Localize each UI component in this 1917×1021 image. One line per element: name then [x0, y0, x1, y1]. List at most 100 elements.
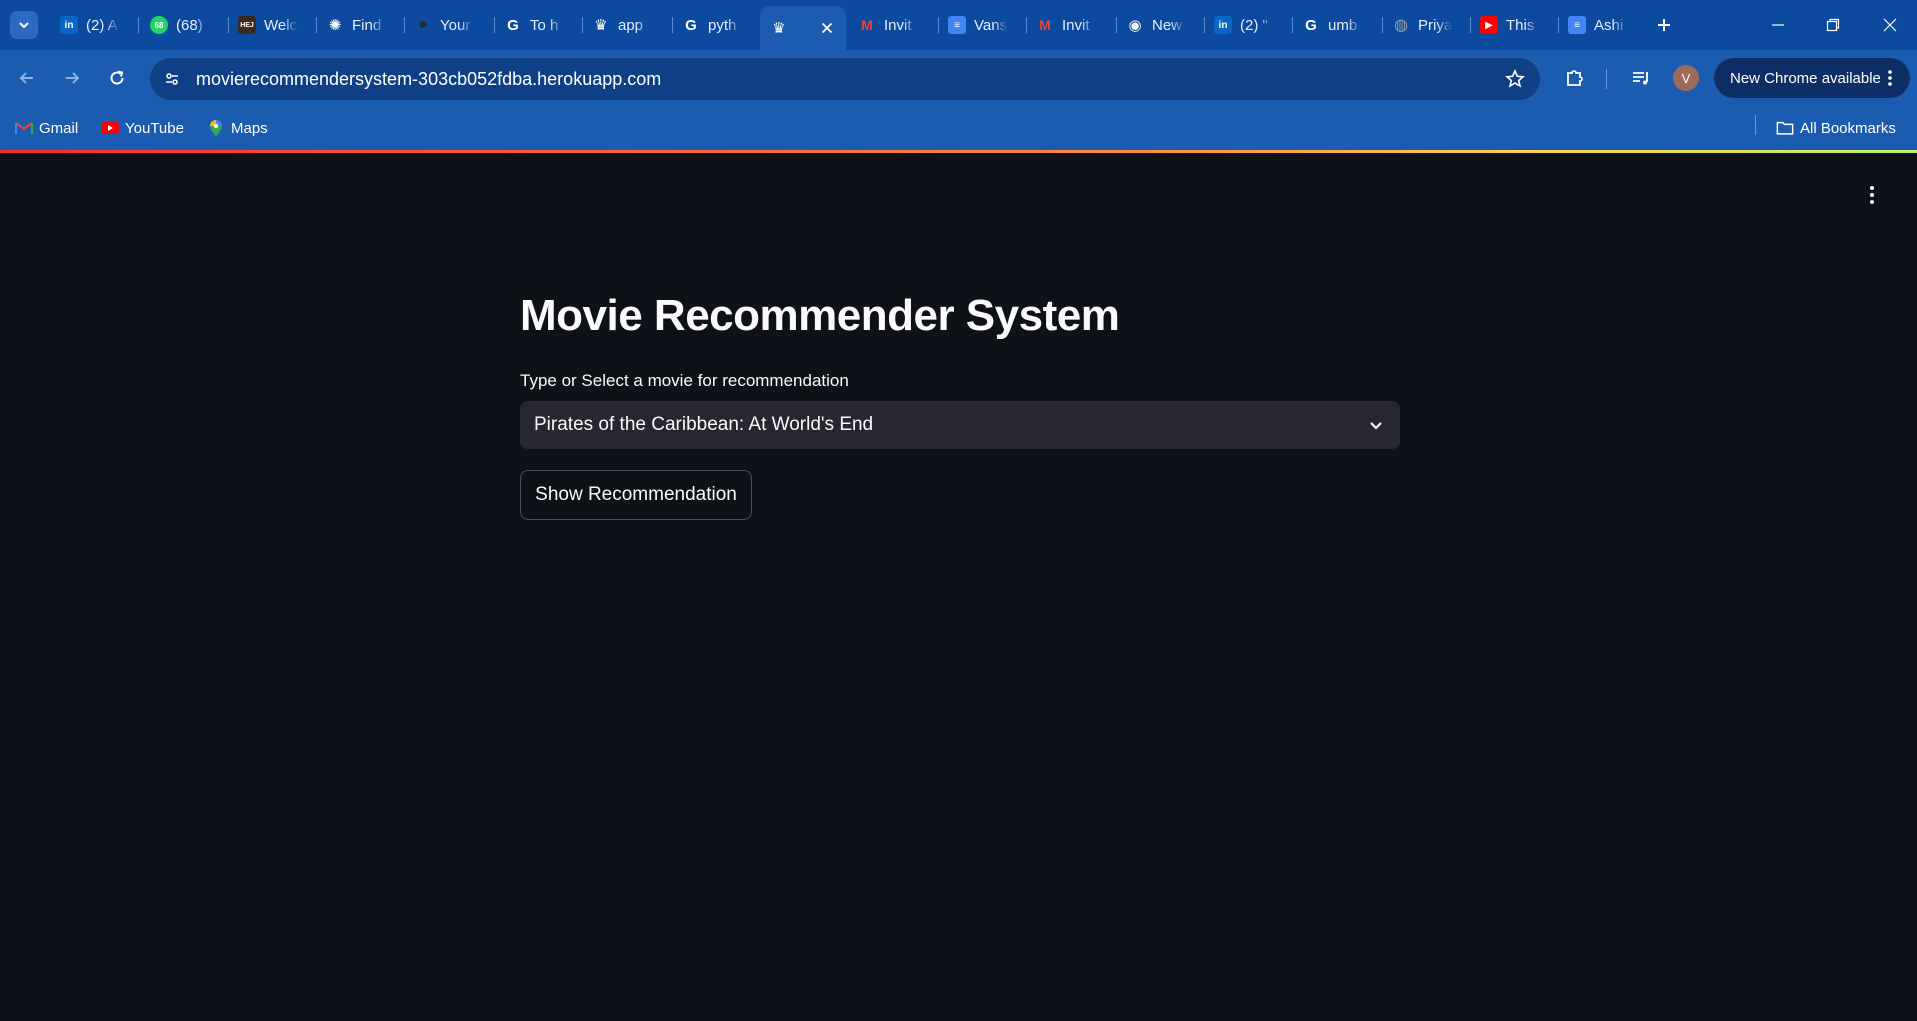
- close-icon: [1883, 18, 1897, 32]
- browser-tab[interactable]: ◍ Priya: [1382, 8, 1470, 42]
- chrome-menu-button[interactable]: [1880, 68, 1900, 88]
- tab-title: New: [1152, 16, 1183, 34]
- tab-title: Welc: [264, 16, 298, 34]
- show-recommendation-button[interactable]: Show Recommendation: [520, 470, 752, 520]
- globe-icon: ◍: [1394, 17, 1408, 34]
- forward-button[interactable]: [57, 63, 87, 93]
- all-bookmarks-button[interactable]: All Bookmarks: [1776, 117, 1896, 139]
- chrome-icon: ◉: [1128, 17, 1142, 34]
- star-icon: [1505, 69, 1525, 88]
- tab-title: To h: [530, 16, 559, 34]
- tab-title: (2) ": [1240, 16, 1268, 34]
- browser-tab[interactable]: ✺ Find: [316, 8, 404, 42]
- tab-title: Priya: [1418, 16, 1452, 34]
- folder-icon: [1776, 119, 1794, 137]
- minimize-button[interactable]: [1758, 10, 1798, 40]
- browser-tab[interactable]: ◉ New: [1116, 8, 1204, 42]
- close-tab-icon[interactable]: [818, 19, 836, 37]
- google-icon: G: [507, 16, 519, 34]
- bookmark-youtube[interactable]: YouTube: [101, 117, 184, 139]
- tab-title: app: [618, 16, 644, 34]
- new-tab-button[interactable]: [1651, 12, 1677, 38]
- browser-tab[interactable]: ♛ app: [582, 8, 672, 42]
- tune-icon: [166, 73, 178, 85]
- restore-button[interactable]: [1813, 10, 1853, 40]
- chevron-down-icon: [19, 22, 29, 29]
- page-title: Movie Recommender System: [520, 291, 1120, 340]
- bookmark-label: YouTube: [125, 119, 184, 137]
- tab-separator: [138, 17, 139, 33]
- plus-icon: [1658, 19, 1670, 31]
- browser-tab[interactable]: in (2) A: [50, 8, 138, 42]
- browser-tab[interactable]: ≡ Vans: [938, 8, 1026, 42]
- browser-tab[interactable]: in (2) ": [1204, 8, 1292, 42]
- puzzle-icon: [1567, 70, 1583, 86]
- gmail-icon: M: [861, 17, 873, 33]
- browser-tab[interactable]: Gumb: [1292, 8, 1382, 42]
- movie-selectbox[interactable]: Pirates of the Caribbean: At World's End: [520, 401, 1400, 449]
- minimize-icon: [1772, 24, 1784, 26]
- site-info-button[interactable]: [160, 67, 184, 91]
- linkedin-icon: in: [1214, 16, 1232, 34]
- browser-tab[interactable]: ≡ Ashi: [1558, 8, 1648, 42]
- all-bookmarks-label: All Bookmarks: [1800, 119, 1896, 137]
- tab-title: umb: [1328, 16, 1358, 34]
- tab-strip: in (2) A 68 (68) HEJ Welc ✺ Find ● Your G To h ♛ app G…: [0, 0, 1917, 50]
- chevron-down-icon[interactable]: [1366, 415, 1386, 435]
- tab-title: Invit: [884, 16, 912, 34]
- tab-title: Find: [352, 16, 382, 34]
- youtube-icon: [101, 119, 119, 137]
- extensions-button[interactable]: [1562, 65, 1588, 91]
- bookmarks-divider: [1755, 115, 1756, 135]
- toolbar-divider: [1606, 69, 1607, 89]
- github-icon: ●: [418, 16, 428, 33]
- browser-tab[interactable]: ● Your: [404, 8, 494, 42]
- browser-toolbar: movierecommendersystem-303cb052fdba.hero…: [0, 50, 1917, 106]
- browser-tab[interactable]: ▶ This: [1470, 8, 1558, 42]
- arrow-left-icon: [19, 72, 33, 84]
- hej-icon: HEJ: [238, 16, 256, 34]
- bookmark-label: Maps: [231, 119, 268, 137]
- profile-avatar[interactable]: V: [1673, 65, 1699, 91]
- url-text: movierecommendersystem-303cb052fdba.hero…: [196, 69, 662, 89]
- back-button[interactable]: [12, 63, 42, 93]
- bookmarks-bar: Gmail YouTube Maps All Bookmarks: [0, 106, 1917, 152]
- streamlit-icon: ♛: [772, 20, 786, 37]
- google-icon: G: [685, 16, 697, 34]
- gmail-icon: M: [1039, 17, 1051, 33]
- youtube-icon: ▶: [1480, 16, 1498, 34]
- selected-movie: Pirates of the Caribbean: At World's End: [534, 414, 874, 435]
- browser-tab[interactable]: M Invit: [848, 8, 938, 42]
- arrow-right-icon: [66, 72, 80, 84]
- tab-title: Ashi: [1594, 16, 1624, 34]
- tab-title: pyth: [708, 16, 737, 34]
- linkedin-icon: in: [60, 16, 78, 34]
- reload-button[interactable]: [102, 63, 132, 93]
- tab-title: This: [1506, 16, 1535, 34]
- more-vert-icon: [1888, 70, 1892, 86]
- streamlit-app: Movie Recommender System Type or Select …: [0, 153, 1917, 1021]
- tab-title: (68): [176, 16, 203, 34]
- media-controls-button[interactable]: [1628, 65, 1654, 91]
- movie-select-label: Type or Select a movie for recommendatio…: [520, 371, 849, 390]
- browser-chrome: in (2) A 68 (68) HEJ Welc ✺ Find ● Your G To h ♛ app G…: [0, 0, 1917, 153]
- tab-title: (2) A: [86, 16, 118, 34]
- browser-tab[interactable]: Gpyth: [672, 8, 760, 42]
- tab-search-button[interactable]: [10, 11, 38, 39]
- address-bar[interactable]: movierecommendersystem-303cb052fdba.hero…: [150, 58, 1540, 100]
- bookmark-gmail[interactable]: Gmail: [15, 117, 78, 139]
- chrome-update-chip[interactable]: New Chrome available: [1714, 58, 1910, 98]
- browser-tab[interactable]: G To h: [494, 8, 582, 42]
- browser-tab[interactable]: 68 (68): [140, 8, 228, 42]
- bookmark-maps[interactable]: Maps: [207, 117, 268, 139]
- more-vert-icon: [1870, 186, 1874, 204]
- google-icon: G: [1305, 16, 1317, 34]
- app-main-menu-button[interactable]: [1860, 183, 1884, 207]
- close-window-button[interactable]: [1870, 10, 1910, 40]
- browser-tab[interactable]: M Invit: [1026, 8, 1116, 42]
- maps-icon: [207, 119, 225, 137]
- bookmark-star-button[interactable]: [1504, 68, 1526, 90]
- docs-icon: ≡: [948, 16, 966, 34]
- browser-tab[interactable]: ♛: [760, 6, 846, 50]
- browser-tab[interactable]: HEJ Welc: [228, 8, 316, 42]
